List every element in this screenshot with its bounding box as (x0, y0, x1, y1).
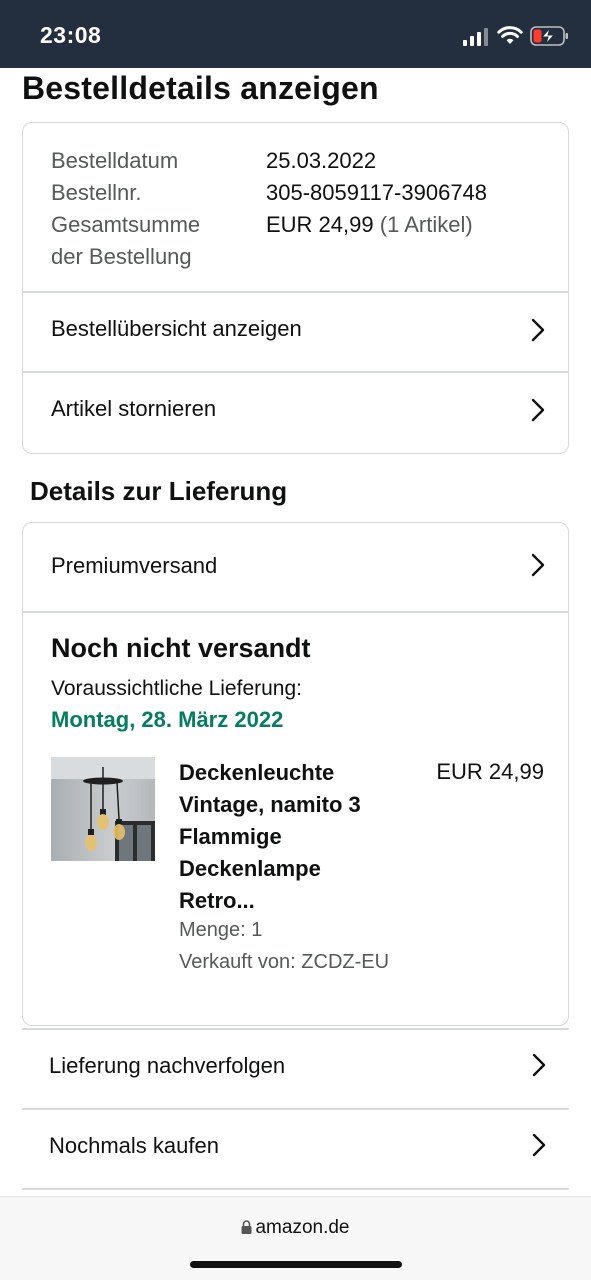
cellular-signal-icon (463, 28, 488, 46)
chevron-right-icon (532, 1053, 546, 1077)
order-total-label: Gesamtsumme (51, 212, 201, 237)
order-date-value: 25.03.2022 (266, 148, 377, 173)
wifi-icon (497, 26, 523, 44)
order-number-value: 305-8059117-3906748 (266, 180, 488, 205)
order-date-label: Bestelldatum (51, 148, 179, 173)
track-delivery-label: Lieferung nachverfolgen (49, 1053, 286, 1078)
order-total-amount: EUR 24,99 (266, 212, 374, 237)
product-title-line: Vintage, namito 3 (179, 792, 361, 817)
order-total-items: (1 Artikel) (379, 212, 473, 237)
page-title: Bestelldetails anzeigen (22, 70, 379, 106)
product-title-line: Deckenlampe (179, 856, 321, 881)
divider (22, 1188, 569, 1190)
product-price: EUR 24,99 (436, 759, 544, 784)
battery-charging-icon (530, 26, 568, 46)
address-display: amazon.de (0, 1217, 591, 1239)
delivery-section-title: Details zur Lieferung (30, 476, 288, 506)
cancel-items-link[interactable]: Artikel stornieren (23, 372, 568, 453)
product-title-link[interactable]: Deckenleuchte Vintage, namito 3 Flammige… (179, 757, 419, 917)
product-quantity: Menge: 1 (179, 919, 263, 941)
order-summary-card: Bestelldatum 25.03.2022 Bestellnr. 305-8… (22, 122, 569, 454)
view-order-summary-label: Bestellübersicht anzeigen (51, 316, 302, 341)
order-total-label-cont: der Bestellung (51, 244, 192, 269)
chevron-right-icon (531, 318, 545, 342)
order-total-value: EUR 24,99 (1 Artikel) (266, 209, 473, 241)
view-order-summary-link[interactable]: Bestellübersicht anzeigen (23, 292, 568, 372)
chevron-right-icon (531, 553, 545, 577)
track-delivery-link[interactable]: Lieferung nachverfolgen (22, 1029, 569, 1109)
order-info: Bestelldatum 25.03.2022 Bestellnr. 305-8… (51, 145, 487, 273)
cancel-items-label: Artikel stornieren (51, 396, 217, 421)
status-time: 23:08 (40, 22, 102, 48)
lock-icon (241, 1220, 252, 1234)
buy-again-label: Nochmals kaufen (49, 1133, 219, 1158)
status-bar: 23:08 (0, 0, 591, 68)
product-title-line: Deckenleuchte (179, 760, 335, 785)
chevron-right-icon (532, 1133, 546, 1157)
eta-date: Montag, 28. März 2022 (51, 707, 284, 732)
divider (23, 611, 568, 613)
eta-label: Voraussichtliche Lieferung: (51, 677, 302, 700)
product-title-line: Retro... (179, 888, 255, 913)
shipment-status: Noch nicht versandt (51, 633, 311, 663)
order-number-label: Bestellnr. (51, 180, 142, 205)
delivery-card: Premiumversand Noch nicht versandt Vorau… (22, 522, 569, 1026)
product-title-line: Flammige (179, 824, 282, 849)
product-seller: Verkauft von: ZCDZ-EU (179, 951, 390, 973)
shipping-method-label: Premiumversand (51, 553, 218, 578)
product-image[interactable] (51, 757, 155, 861)
home-indicator[interactable] (190, 1261, 402, 1268)
buy-again-link[interactable]: Nochmals kaufen (22, 1109, 569, 1189)
domain-text: amazon.de (255, 1217, 350, 1238)
chevron-right-icon (531, 398, 545, 422)
browser-address-bar[interactable]: amazon.de (0, 1196, 591, 1280)
shipping-method-link[interactable]: Premiumversand (23, 523, 568, 611)
